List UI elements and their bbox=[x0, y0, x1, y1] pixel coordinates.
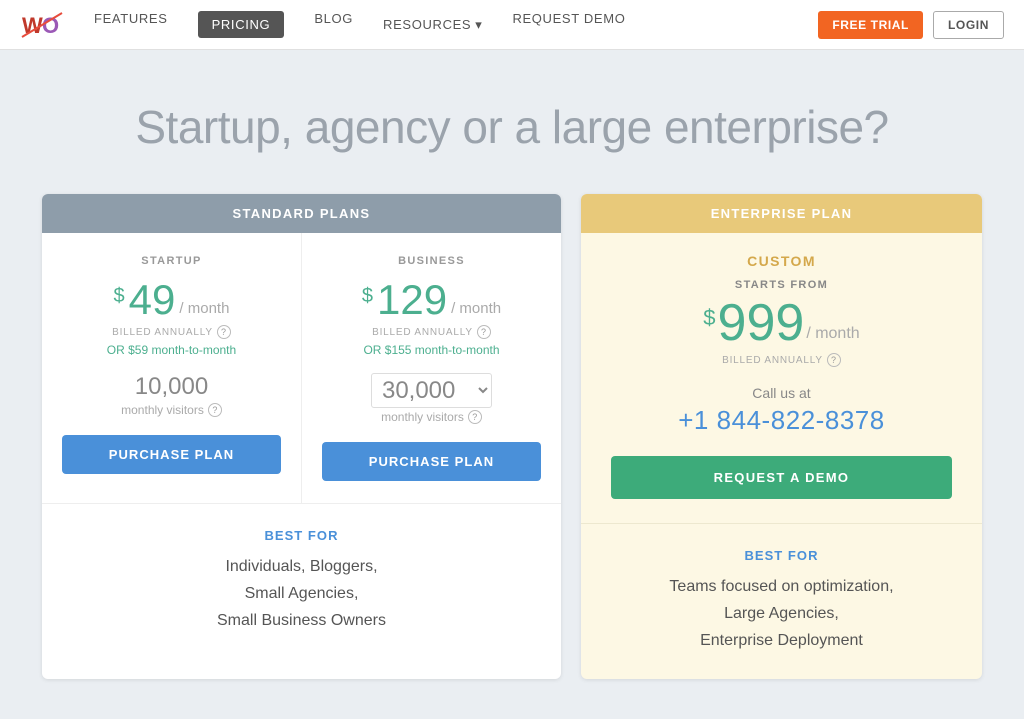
chevron-down-icon: ▾ bbox=[475, 17, 482, 33]
enterprise-price-dollar: $ bbox=[703, 305, 715, 331]
enterprise-phone-number: +1 844-822-8378 bbox=[611, 405, 952, 436]
enterprise-price-amount: 999 bbox=[718, 297, 805, 349]
business-monthly-alt: OR $155 month-to-month bbox=[322, 343, 541, 357]
business-price-amount: 129 bbox=[377, 279, 447, 321]
startup-monthly-alt: OR $59 month-to-month bbox=[62, 343, 281, 357]
business-visitors: 30,000 50,000 100,000 monthly visitors ? bbox=[322, 373, 541, 424]
nav-links: FEATURES PRICING BLOG RESOURCES ▾ REQUES… bbox=[94, 11, 818, 38]
enterprise-best-for-text: Teams focused on optimization,Large Agen… bbox=[611, 573, 952, 655]
nav-resources[interactable]: RESOURCES ▾ bbox=[383, 11, 482, 38]
standard-best-for-text: Individuals, Bloggers,Small Agencies,Sma… bbox=[72, 553, 531, 635]
business-visitors-dropdown[interactable]: 30,000 50,000 100,000 bbox=[371, 373, 492, 408]
business-billed-help-icon[interactable]: ? bbox=[477, 325, 491, 339]
startup-visitors: 10,000 monthly visitors ? bbox=[62, 373, 281, 417]
request-demo-button[interactable]: REQUEST A DEMO bbox=[611, 456, 952, 499]
enterprise-top-section: CUSTOM STARTS FROM $ 999 / month BILLED … bbox=[581, 233, 982, 524]
startup-price-period: / month bbox=[179, 300, 229, 317]
enterprise-call-text: Call us at bbox=[611, 385, 952, 401]
standard-best-for-label: BEST FOR bbox=[72, 528, 531, 543]
free-trial-button[interactable]: FREE TRIAL bbox=[818, 11, 923, 39]
nav-right-actions: FREE TRIAL LOGIN bbox=[818, 11, 1004, 39]
enterprise-billed-help-icon[interactable]: ? bbox=[827, 353, 841, 367]
hero-title: Startup, agency or a large enterprise? bbox=[20, 100, 1004, 154]
enterprise-plan-card: ENTERPRISE PLAN CUSTOM STARTS FROM $ 999… bbox=[581, 194, 982, 679]
business-billed: BILLED ANNUALLY ? bbox=[322, 325, 541, 339]
standard-plans-header: STANDARD PLANS bbox=[42, 194, 561, 233]
business-visitors-label: monthly visitors ? bbox=[322, 410, 541, 424]
startup-plan-column: STARTUP $ 49 / month BILLED ANNUALLY ? O… bbox=[42, 233, 302, 503]
standard-best-for-section: BEST FOR Individuals, Bloggers,Small Age… bbox=[42, 504, 561, 659]
pricing-section: STANDARD PLANS STARTUP $ 49 / month BILL… bbox=[22, 194, 1002, 719]
startup-visitors-label: monthly visitors ? bbox=[62, 403, 281, 417]
logo[interactable]: W O bbox=[20, 9, 64, 41]
enterprise-billed: BILLED ANNUALLY ? bbox=[611, 353, 952, 367]
nav-features[interactable]: FEATURES bbox=[94, 11, 168, 38]
business-purchase-button[interactable]: PURCHASE PLAN bbox=[322, 442, 541, 481]
startup-billed-help-icon[interactable]: ? bbox=[217, 325, 231, 339]
standard-plans-card: STANDARD PLANS STARTUP $ 49 / month BILL… bbox=[42, 194, 561, 679]
startup-price-dollar: $ bbox=[114, 285, 125, 308]
business-visitors-help-icon[interactable]: ? bbox=[468, 410, 482, 424]
nav-pricing[interactable]: PRICING bbox=[198, 11, 285, 38]
nav-blog[interactable]: BLOG bbox=[314, 11, 353, 38]
enterprise-plan-header: ENTERPRISE PLAN bbox=[581, 194, 982, 233]
hero-section: Startup, agency or a large enterprise? bbox=[0, 50, 1024, 194]
business-plan-name: BUSINESS bbox=[322, 255, 541, 267]
business-price-dollar: $ bbox=[362, 285, 373, 308]
startup-visitors-help-icon[interactable]: ? bbox=[208, 403, 222, 417]
startup-purchase-button[interactable]: PURCHASE PLAN bbox=[62, 435, 281, 474]
enterprise-price: $ 999 / month bbox=[611, 297, 952, 349]
startup-plan-name: STARTUP bbox=[62, 255, 281, 267]
startup-visitors-count: 10,000 bbox=[62, 373, 281, 401]
business-price-period: / month bbox=[451, 300, 501, 317]
startup-billed: BILLED ANNUALLY ? bbox=[62, 325, 281, 339]
enterprise-best-for-section: BEST FOR Teams focused on optimization,L… bbox=[581, 524, 982, 679]
enterprise-price-period: / month bbox=[806, 325, 859, 343]
login-button[interactable]: LOGIN bbox=[933, 11, 1004, 39]
enterprise-best-for-label: BEST FOR bbox=[611, 548, 952, 563]
business-price: $ 129 / month bbox=[322, 279, 541, 321]
navigation: W O FEATURES PRICING BLOG RESOURCES ▾ RE… bbox=[0, 0, 1024, 50]
nav-request-demo[interactable]: REQUEST DEMO bbox=[512, 11, 625, 38]
standard-plans-columns: STARTUP $ 49 / month BILLED ANNUALLY ? O… bbox=[42, 233, 561, 504]
startup-price-amount: 49 bbox=[129, 279, 176, 321]
enterprise-starts-from: STARTS FROM bbox=[611, 279, 952, 291]
enterprise-custom-label: CUSTOM bbox=[611, 253, 952, 269]
business-plan-column: BUSINESS $ 129 / month BILLED ANNUALLY ?… bbox=[302, 233, 561, 503]
business-visitors-select: 30,000 50,000 100,000 bbox=[322, 373, 541, 408]
startup-price: $ 49 / month bbox=[62, 279, 281, 321]
